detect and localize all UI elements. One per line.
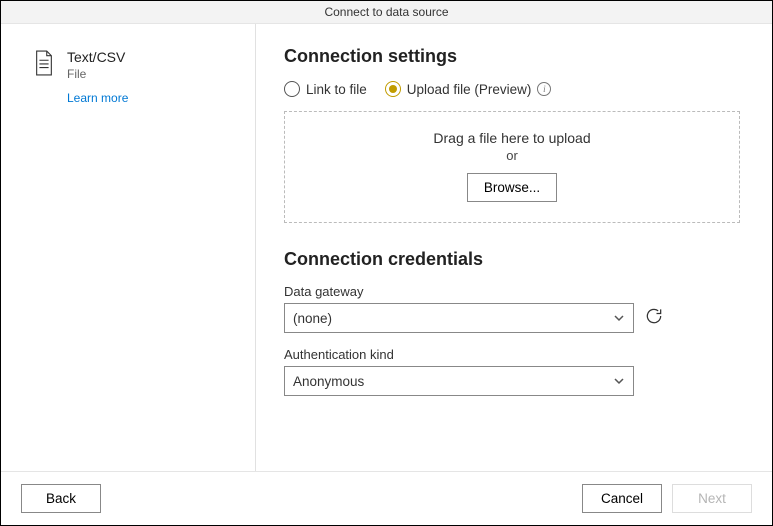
source-title: Text/CSV (67, 48, 128, 66)
chevron-down-icon (613, 312, 625, 324)
sidebar: Text/CSV File Learn more (1, 24, 256, 471)
data-gateway-label: Data gateway (284, 284, 740, 299)
upload-mode-radio-group: Link to file Upload file (Preview) i (284, 81, 740, 97)
radio-label: Upload file (Preview) (407, 82, 532, 97)
source-text: Text/CSV File Learn more (67, 48, 128, 105)
content-panel: Connection settings Link to file Upload … (256, 24, 772, 471)
footer-right: Cancel Next (582, 484, 752, 513)
connection-credentials-heading: Connection credentials (284, 249, 740, 270)
dropzone-or: or (295, 148, 729, 163)
data-source-item: Text/CSV File Learn more (33, 48, 235, 105)
dropzone-text: Drag a file here to upload (295, 130, 729, 146)
next-button[interactable]: Next (672, 484, 752, 513)
radio-icon (385, 81, 401, 97)
authentication-kind-label: Authentication kind (284, 347, 740, 362)
chevron-down-icon (613, 375, 625, 387)
main-area: Text/CSV File Learn more Connection sett… (1, 24, 772, 471)
browse-button[interactable]: Browse... (467, 173, 557, 202)
data-gateway-value: (none) (293, 311, 332, 326)
file-icon (33, 50, 55, 105)
radio-icon (284, 81, 300, 97)
back-button[interactable]: Back (21, 484, 101, 513)
connection-settings-heading: Connection settings (284, 46, 740, 67)
source-subtitle: File (67, 67, 128, 81)
footer: Back Cancel Next (1, 471, 772, 525)
refresh-icon[interactable] (644, 306, 664, 331)
radio-upload-file[interactable]: Upload file (Preview) i (385, 81, 552, 97)
window-title: Connect to data source (1, 1, 772, 24)
radio-label: Link to file (306, 82, 367, 97)
file-dropzone[interactable]: Drag a file here to upload or Browse... (284, 111, 740, 223)
info-icon[interactable]: i (537, 82, 551, 96)
authentication-kind-value: Anonymous (293, 374, 364, 389)
data-gateway-select[interactable]: (none) (284, 303, 634, 333)
authentication-kind-select[interactable]: Anonymous (284, 366, 634, 396)
cancel-button[interactable]: Cancel (582, 484, 662, 513)
radio-link-to-file[interactable]: Link to file (284, 81, 367, 97)
learn-more-link[interactable]: Learn more (67, 91, 128, 105)
